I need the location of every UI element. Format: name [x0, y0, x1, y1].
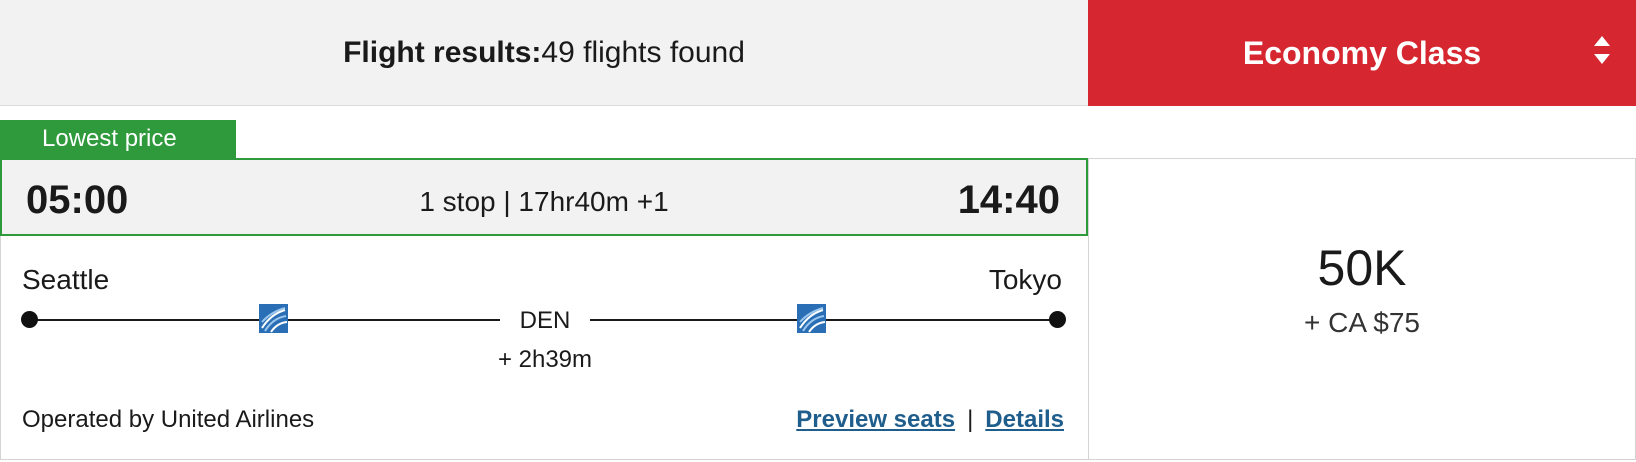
destination-city: Tokyo — [988, 264, 1062, 295]
preview-seats-link[interactable]: Preview seats — [796, 406, 955, 433]
cabin-class-value: Economy Class — [1242, 34, 1482, 71]
layover-duration: + 2h39m — [497, 346, 593, 373]
arrival-time: 14:40 — [957, 178, 1060, 222]
stop-airport-code: DEN — [500, 307, 590, 335]
origin-dot — [21, 311, 38, 328]
sort-arrows-icon — [1594, 36, 1610, 64]
flight-time-bar: 05:00 1 stop | 17hr40m +1 14:40 — [0, 158, 1088, 236]
fare-option[interactable]: 50K + CA $75 — [1088, 158, 1636, 460]
lowest-price-badge: Lowest price — [0, 120, 236, 158]
fare-cash: + CA $75 — [1304, 307, 1420, 338]
cabin-class-select[interactable]: Economy Class — [1088, 0, 1636, 106]
destination-dot — [1049, 311, 1066, 328]
flight-summary: 1 stop | 17hr40m +1 — [419, 186, 669, 217]
united-globe-icon — [259, 304, 288, 333]
results-count: 49 flights found — [541, 35, 745, 69]
details-link[interactable]: Details — [985, 406, 1064, 433]
fare-points: 50K — [1317, 240, 1407, 296]
operated-by: Operated by United Airlines — [22, 406, 315, 433]
results-label: Flight results: — [343, 35, 542, 69]
origin-city: Seattle — [22, 264, 110, 295]
link-separator: | — [967, 406, 974, 433]
flight-links: Preview seats | Details — [796, 406, 1064, 434]
badge-label: Lowest price — [42, 125, 177, 152]
united-globe-icon — [797, 304, 826, 333]
results-header: Flight results: 49 flights found — [0, 0, 1088, 106]
